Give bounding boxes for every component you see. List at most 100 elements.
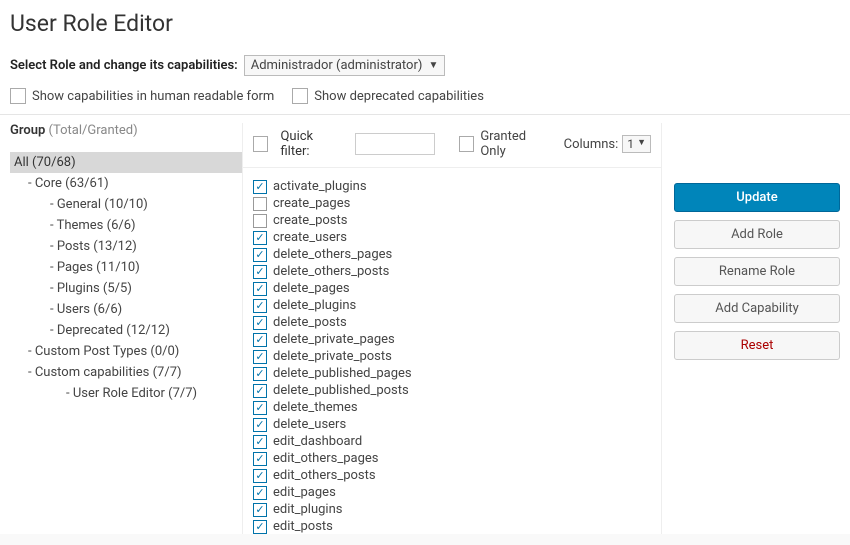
rename-role-button[interactable]: Rename Role	[674, 257, 840, 286]
capability-checkbox[interactable]	[253, 282, 267, 296]
capability-checkbox[interactable]	[253, 248, 267, 262]
capability-item[interactable]: create_users	[253, 229, 651, 246]
capability-item[interactable]: edit_others_posts	[253, 467, 651, 484]
capability-item[interactable]: delete_published_pages	[253, 365, 651, 382]
show-deprecated-checkbox[interactable]: Show deprecated capabilities	[292, 88, 484, 104]
checkbox-icon	[10, 88, 26, 104]
chevron-down-icon: ▼	[637, 137, 646, 148]
group-item-user-role-editor[interactable]: User Role Editor (7/7)	[10, 383, 242, 404]
role-select-value: Administrador (administrator)	[251, 58, 423, 73]
capability-checkbox[interactable]	[253, 197, 267, 211]
capability-checkbox[interactable]	[253, 520, 267, 534]
capability-item[interactable]: delete_published_posts	[253, 382, 651, 399]
capability-label: delete_others_posts	[273, 264, 389, 279]
capability-label: delete_published_pages	[273, 366, 412, 381]
group-item-custom-capabilities[interactable]: Custom capabilities (7/7)	[10, 362, 242, 383]
select-all-checkbox[interactable]	[253, 136, 268, 152]
capability-item[interactable]: edit_pages	[253, 484, 651, 501]
capability-item[interactable]: edit_dashboard	[253, 433, 651, 450]
page-title: User Role Editor	[10, 6, 840, 55]
select-role-label: Select Role and change its capabilities:	[10, 58, 238, 73]
columns-value: 1	[627, 137, 634, 151]
capability-item[interactable]: delete_pages	[253, 280, 651, 297]
capabilities-list: activate_pluginscreate_pages create_posts…	[243, 168, 661, 534]
group-item-plugins[interactable]: Plugins (5/5)	[10, 278, 242, 299]
capability-checkbox[interactable]	[253, 401, 267, 415]
chevron-down-icon: ▼	[429, 60, 439, 71]
capability-item[interactable]: activate_plugins	[253, 178, 651, 195]
capability-item[interactable]: delete_others_posts	[253, 263, 651, 280]
show-deprecated-label: Show deprecated capabilities	[314, 89, 484, 104]
group-header: Group (Total/Granted)	[10, 123, 242, 152]
capability-label: delete_published_posts	[273, 383, 409, 398]
group-item-deprecated[interactable]: Deprecated (12/12)	[10, 320, 242, 341]
reset-button[interactable]: Reset	[674, 331, 840, 360]
capability-checkbox[interactable]	[253, 231, 267, 245]
capability-item[interactable]: edit_posts	[253, 518, 651, 534]
capability-item[interactable]: delete_others_pages	[253, 246, 651, 263]
checkbox-icon	[459, 136, 474, 152]
group-item-pages[interactable]: Pages (11/10)	[10, 257, 242, 278]
capability-label: delete_private_posts	[273, 349, 392, 364]
capability-checkbox[interactable]	[253, 435, 267, 449]
capability-item[interactable]: delete_posts	[253, 314, 651, 331]
capability-label: create_pages	[273, 196, 350, 211]
add-capability-button[interactable]: Add Capability	[674, 294, 840, 323]
capability-label: delete_posts	[273, 315, 347, 330]
capability-checkbox[interactable]	[253, 180, 267, 194]
capability-checkbox[interactable]	[253, 469, 267, 483]
capability-checkbox[interactable]	[253, 503, 267, 517]
capability-checkbox[interactable]	[253, 265, 267, 279]
capability-label: edit_plugins	[273, 502, 342, 517]
role-select[interactable]: Administrador (administrator) ▼	[244, 55, 446, 76]
capability-label: delete_themes	[273, 400, 358, 415]
capability-checkbox[interactable]	[253, 214, 267, 228]
capability-item[interactable]: edit_plugins	[253, 501, 651, 518]
capability-label: edit_others_pages	[273, 451, 378, 466]
capability-label: delete_pages	[273, 281, 350, 296]
capability-item[interactable]: create_pages	[253, 195, 651, 212]
capability-checkbox[interactable]	[253, 350, 267, 364]
capability-item[interactable]: delete_plugins	[253, 297, 651, 314]
capability-item[interactable]: edit_others_pages	[253, 450, 651, 467]
capability-checkbox[interactable]	[253, 299, 267, 313]
show-human-readable-checkbox[interactable]: Show capabilities in human readable form	[10, 88, 274, 104]
capability-item[interactable]: delete_users	[253, 416, 651, 433]
capability-label: edit_pages	[273, 485, 336, 500]
quick-filter-label: Quick filter:	[280, 129, 342, 159]
capability-label: create_users	[273, 230, 347, 245]
quick-filter-input[interactable]	[355, 133, 435, 155]
show-human-label: Show capabilities in human readable form	[32, 89, 274, 104]
capability-label: edit_dashboard	[273, 434, 362, 449]
capability-label: delete_plugins	[273, 298, 356, 313]
columns-select[interactable]: 1 ▼	[622, 135, 651, 153]
capability-checkbox[interactable]	[253, 333, 267, 347]
capability-checkbox[interactable]	[253, 384, 267, 398]
granted-only-label: Granted Only	[480, 129, 551, 159]
group-item-core[interactable]: Core (63/61)	[10, 173, 242, 194]
capability-checkbox[interactable]	[253, 452, 267, 466]
add-role-button[interactable]: Add Role	[674, 220, 840, 249]
capability-item[interactable]: create_posts	[253, 212, 651, 229]
capability-item[interactable]: delete_private_pages	[253, 331, 651, 348]
capability-item[interactable]: delete_themes	[253, 399, 651, 416]
capability-item[interactable]: delete_private_posts	[253, 348, 651, 365]
capability-label: edit_others_posts	[273, 468, 376, 483]
granted-only-checkbox[interactable]: Granted Only	[459, 129, 552, 159]
capability-checkbox[interactable]	[253, 486, 267, 500]
capability-checkbox[interactable]	[253, 367, 267, 381]
capability-label: delete_others_pages	[273, 247, 392, 262]
divider	[0, 114, 850, 115]
group-item-all[interactable]: All (70/68)	[10, 152, 242, 173]
capability-checkbox[interactable]	[253, 418, 267, 432]
group-item-custom-post-types[interactable]: Custom Post Types (0/0)	[10, 341, 242, 362]
checkbox-icon	[292, 88, 308, 104]
capability-checkbox[interactable]	[253, 316, 267, 330]
group-item-posts[interactable]: Posts (13/12)	[10, 236, 242, 257]
group-item-themes[interactable]: Themes (6/6)	[10, 215, 242, 236]
update-button[interactable]: Update	[674, 183, 840, 212]
capability-label: delete_private_pages	[273, 332, 395, 347]
capability-label: create_posts	[273, 213, 347, 228]
group-item-general[interactable]: General (10/10)	[10, 194, 242, 215]
group-item-users[interactable]: Users (6/6)	[10, 299, 242, 320]
